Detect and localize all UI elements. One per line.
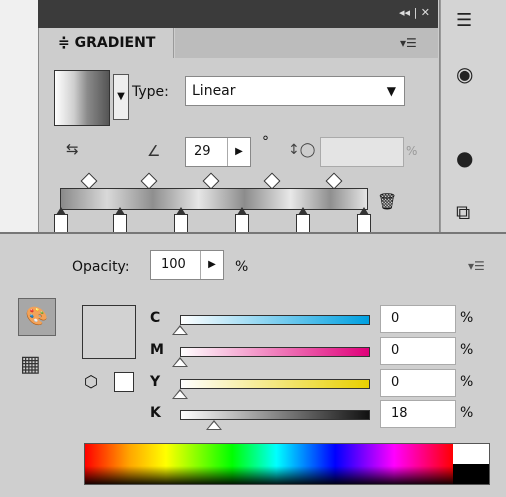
channel-slider-thumb-m[interactable]: [172, 357, 188, 367]
tab-gradient[interactable]: ≑ GRADIENT: [46, 28, 174, 58]
gradient-swatch-dropdown[interactable]: ▼: [113, 74, 129, 120]
channel-percent-k: %: [460, 405, 474, 421]
channel-slider-thumb-k[interactable]: [205, 420, 222, 430]
gradient-stop[interactable]: [174, 207, 188, 234]
channel-label-m: M: [150, 342, 164, 358]
color-spectrum[interactable]: [84, 443, 490, 485]
opacity-percent: %: [235, 259, 249, 275]
type-label: Type:: [132, 84, 169, 100]
transparency-icon[interactable]: ◉: [456, 62, 473, 86]
angle-stepper[interactable]: ▶: [227, 138, 250, 166]
channel-label-c: C: [150, 310, 161, 326]
tab-gradient-label: GRADIENT: [74, 35, 156, 51]
channel-slider-m[interactable]: [180, 347, 370, 357]
channel-slider-thumb-y[interactable]: [172, 389, 188, 399]
cube-icon[interactable]: ⬡: [84, 372, 98, 391]
channel-input-y[interactable]: 0: [380, 369, 456, 397]
chevron-down-icon: ▼: [386, 84, 396, 98]
white-swatch[interactable]: [453, 444, 489, 464]
stroke-lines-icon[interactable]: ☰: [456, 10, 472, 31]
panel-collapse-close-controls[interactable]: ◂◂ | ✕: [399, 6, 430, 19]
gradient-stop[interactable]: [113, 207, 127, 234]
trash-icon[interactable]: 🗑: [377, 192, 397, 211]
aspect-ratio-input: [320, 137, 404, 167]
reverse-gradient-icon[interactable]: ⇆: [66, 140, 79, 158]
fill-color-swatch[interactable]: [82, 305, 136, 359]
aspect-ratio-icon: ↕◯: [288, 142, 316, 158]
channel-slider-k[interactable]: [180, 410, 370, 420]
channel-percent-m: %: [460, 342, 474, 358]
degree-symbol: °: [262, 134, 269, 150]
channel-label-k: K: [150, 405, 161, 421]
channel-input-c[interactable]: 0: [380, 305, 456, 333]
opacity-label: Opacity:: [72, 259, 130, 275]
angle-icon: ∠: [147, 142, 161, 160]
tab-marker: ≑: [58, 35, 70, 51]
channel-input-k[interactable]: 18: [380, 400, 456, 428]
angle-value: 29: [194, 144, 211, 159]
left-margin: [0, 0, 38, 232]
channel-slider-c[interactable]: [180, 315, 370, 325]
channel-label-y: Y: [150, 374, 161, 390]
none-swatch[interactable]: [114, 372, 134, 392]
tab-row-background: [175, 28, 438, 58]
opacity-value: 100: [161, 257, 186, 272]
hue-spectrum[interactable]: [85, 444, 453, 484]
gradient-stop[interactable]: [235, 207, 249, 234]
black-swatch[interactable]: [453, 464, 489, 484]
swatches-grid-icon[interactable]: ▦: [20, 352, 41, 377]
color-panel-menu-icon[interactable]: ▾☰: [468, 259, 485, 273]
gradient-swatch[interactable]: [54, 70, 110, 126]
panel-menu-icon[interactable]: ▾☰: [400, 36, 417, 50]
aspect-percent: %: [406, 144, 418, 158]
appearance-circle-icon[interactable]: ●: [456, 146, 473, 170]
gradient-stop[interactable]: [54, 207, 68, 234]
gradient-stop[interactable]: [296, 207, 310, 234]
channel-input-m[interactable]: 0: [380, 337, 456, 365]
channel-percent-c: %: [460, 310, 474, 326]
channel-percent-y: %: [460, 374, 474, 390]
gradient-stop[interactable]: [357, 207, 371, 234]
channel-slider-thumb-c[interactable]: [172, 325, 188, 335]
panel-titlebar: ◂◂ | ✕: [38, 0, 438, 28]
angle-input[interactable]: 29 ▶: [185, 137, 251, 167]
channel-slider-y[interactable]: [180, 379, 370, 389]
opacity-stepper[interactable]: ▶: [200, 251, 223, 279]
transform-icon[interactable]: ⧉: [456, 200, 470, 224]
color-icon[interactable]: 🎨: [18, 298, 56, 336]
gradient-slider-bar[interactable]: [60, 188, 368, 210]
type-select-value: Linear: [192, 83, 236, 99]
type-select[interactable]: Linear ▼: [185, 76, 405, 106]
opacity-input[interactable]: 100 ▶: [150, 250, 224, 280]
tool-strip: [440, 0, 506, 232]
